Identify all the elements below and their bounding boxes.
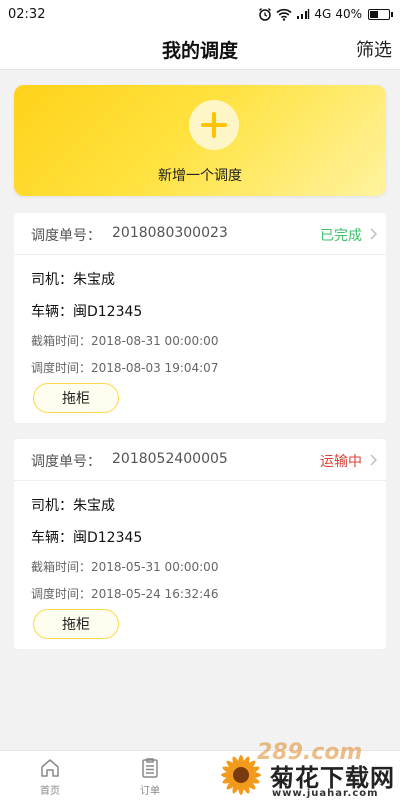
- dispatch-card-header[interactable]: 调度单号： 2018080300023 已完成: [14, 213, 386, 255]
- vehicle-info: 车辆：闽D12345: [31, 304, 143, 320]
- add-dispatch-label: 新增一个调度: [158, 168, 242, 184]
- tab-orders[interactable]: 订单: [120, 757, 180, 797]
- filter-button[interactable]: 筛选: [356, 36, 392, 62]
- battery-icon: [368, 8, 393, 20]
- order-number-label: 调度单号：: [31, 228, 101, 244]
- order-number: 2018080300023: [112, 225, 228, 241]
- add-dispatch-button[interactable]: [189, 100, 239, 150]
- status-time: 02:32: [8, 6, 46, 22]
- tow-container-button[interactable]: 拖柜: [33, 609, 119, 639]
- dispatch-time: 调度时间：2018-08-03 19:04:07: [31, 361, 219, 375]
- cutoff-time: 截箱时间：2018-05-31 00:00:00: [31, 560, 219, 574]
- tab-home-label: 首页: [40, 786, 60, 797]
- dispatch-time: 调度时间：2018-05-24 16:32:46: [31, 587, 219, 601]
- order-icon: [142, 758, 158, 778]
- status-icons: 4G 40%: [258, 7, 393, 21]
- chevron-right-icon[interactable]: [369, 228, 378, 240]
- order-number: 2018052400005: [112, 451, 228, 467]
- wifi-icon: [276, 8, 292, 21]
- vehicle-info: 车辆：闽D12345: [31, 530, 143, 546]
- add-dispatch-card[interactable]: 新增一个调度: [14, 85, 386, 196]
- dispatch-card[interactable]: 调度单号： 2018080300023 已完成 司机：朱宝成 车辆：闽D1234…: [14, 213, 386, 423]
- dispatch-card[interactable]: 调度单号： 2018052400005 运输中 司机：朱宝成 车辆：闽D1234…: [14, 439, 386, 649]
- nav-bar: 我的调度 筛选: [0, 28, 400, 70]
- tab-orders-label: 订单: [140, 786, 160, 797]
- dispatch-card-header[interactable]: 调度单号： 2018052400005 运输中: [14, 439, 386, 481]
- alarm-icon: [259, 8, 272, 21]
- status-bar: 02:32 4G 40%: [0, 0, 400, 28]
- watermark: 289.com 菊花下载网 www.juahar.com: [212, 740, 400, 802]
- driver-info: 司机：朱宝成: [31, 498, 115, 514]
- page-title: 我的调度: [161, 40, 238, 62]
- network-type: 4G: [314, 7, 332, 21]
- chevron-right-icon[interactable]: [369, 454, 378, 466]
- status-badge: 已完成: [320, 228, 362, 244]
- home-icon: [41, 759, 59, 777]
- status-badge: 运输中: [320, 454, 362, 470]
- battery-percent: 40%: [335, 7, 362, 21]
- watermark-url: www.juahar.com: [272, 788, 379, 799]
- cutoff-time: 截箱时间：2018-08-31 00:00:00: [31, 334, 219, 348]
- plus-icon: [201, 112, 227, 138]
- driver-info: 司机：朱宝成: [31, 272, 115, 288]
- tow-container-button[interactable]: 拖柜: [33, 383, 119, 413]
- order-number-label: 调度单号：: [31, 454, 101, 470]
- signal-icon: [297, 9, 310, 19]
- tab-home[interactable]: 首页: [20, 757, 80, 797]
